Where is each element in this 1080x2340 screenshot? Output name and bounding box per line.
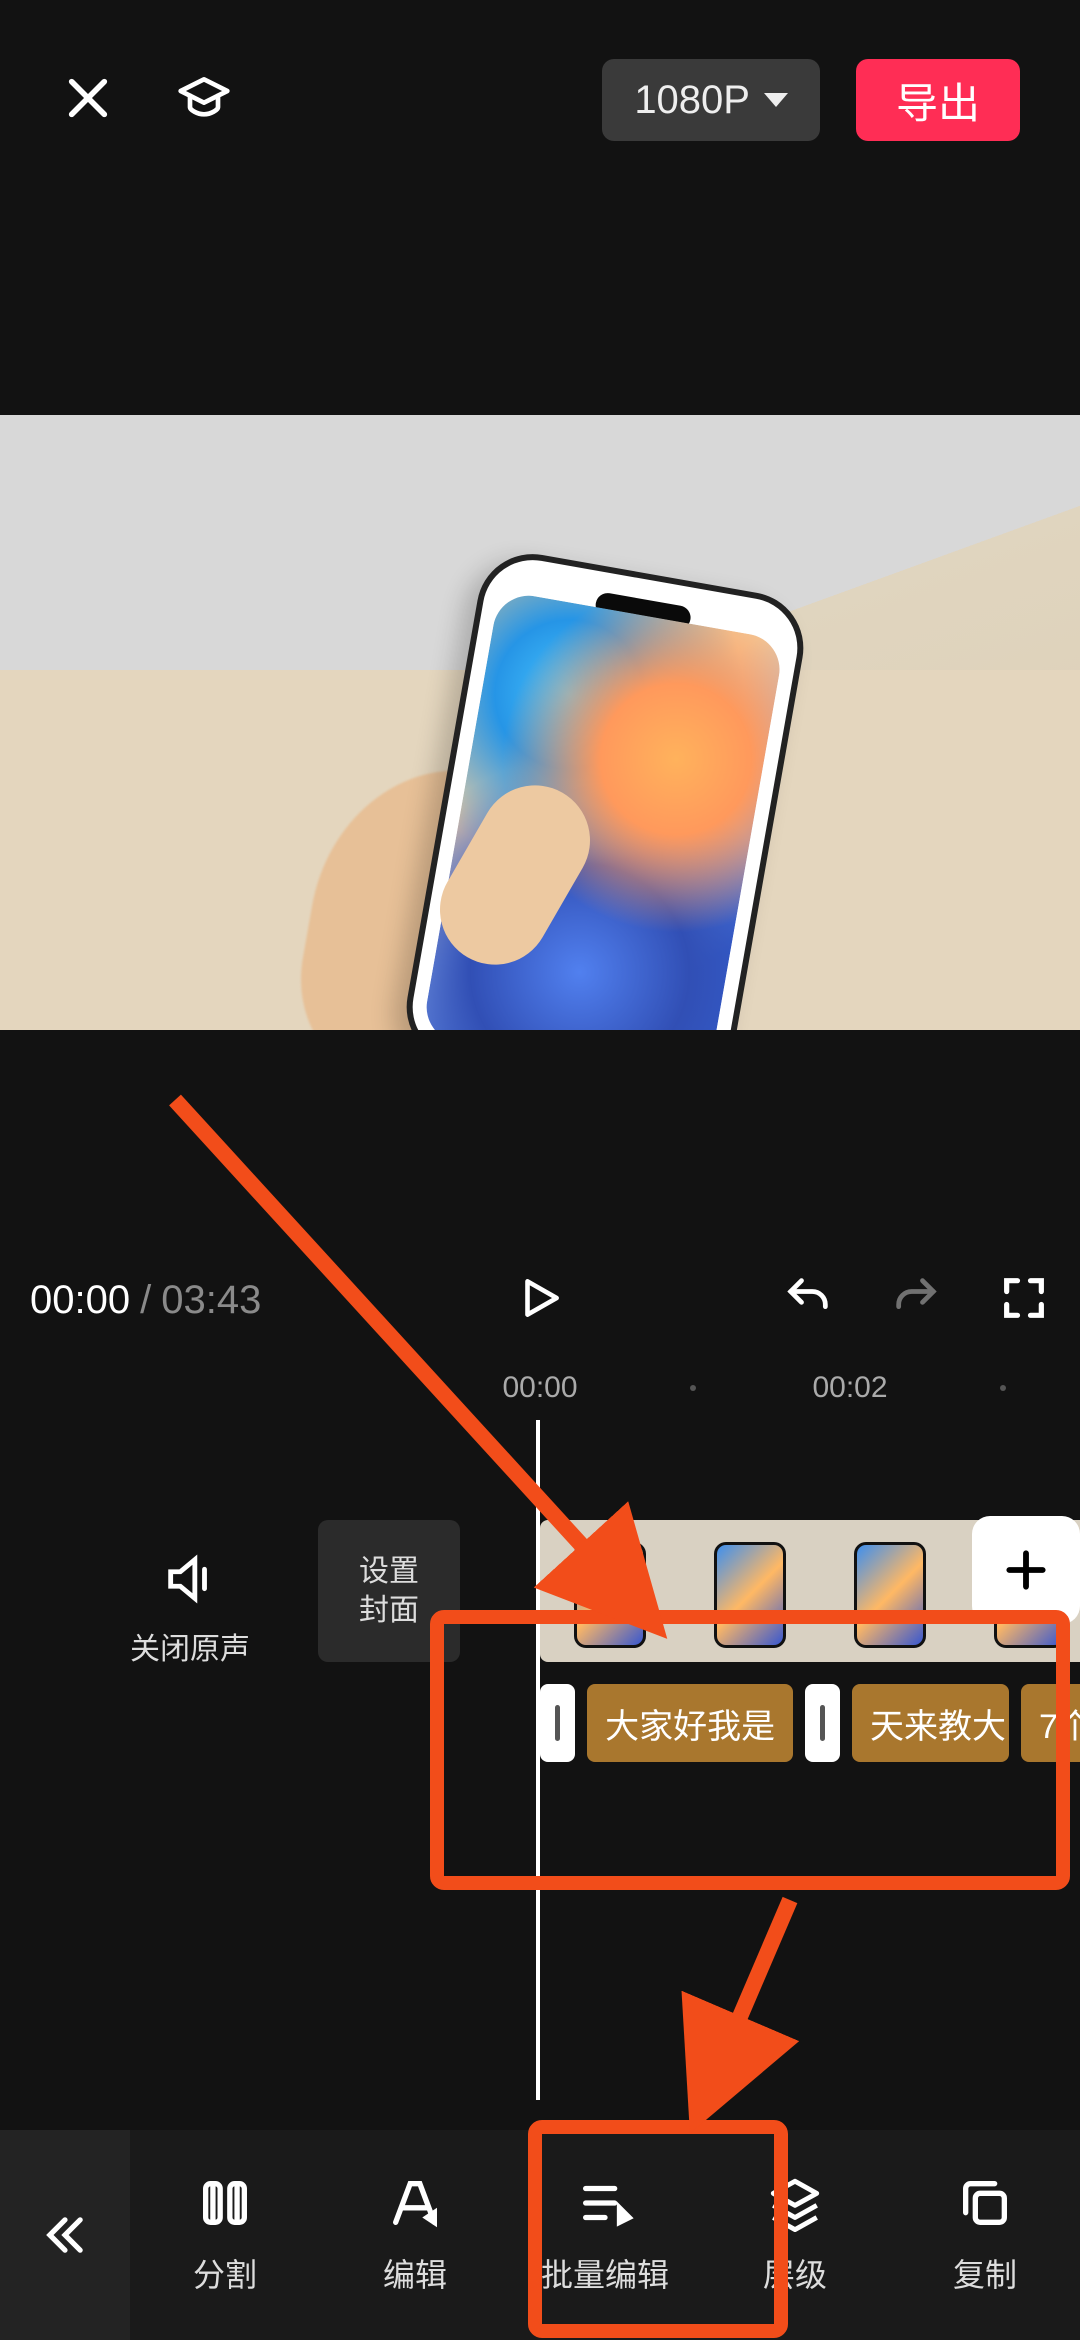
- resolution-label: 1080P: [634, 78, 750, 123]
- clip-handle-left[interactable]: [540, 1684, 575, 1762]
- tool-copy[interactable]: 复制: [900, 2174, 1070, 2296]
- export-button[interactable]: 导出: [856, 59, 1020, 141]
- resolution-select[interactable]: 1080P: [602, 59, 820, 141]
- ruler-tick: 00:00: [502, 1371, 577, 1405]
- clip-thumbnail[interactable]: [820, 1520, 960, 1662]
- tool-layers[interactable]: 层级: [710, 2174, 880, 2296]
- caption-clip[interactable]: 大家好我是: [587, 1684, 793, 1762]
- caption-track[interactable]: 大家好我是 天来教大 7个: [540, 1684, 1080, 1762]
- chevron-double-left-icon: [39, 2209, 91, 2261]
- tool-batch-edit[interactable]: 批量编辑: [520, 2174, 690, 2296]
- fullscreen-icon[interactable]: [998, 1272, 1050, 1329]
- redo-icon: [890, 1272, 942, 1329]
- time-duration: 03:43: [161, 1278, 261, 1323]
- chevron-down-icon: [764, 93, 788, 107]
- mute-original-audio[interactable]: 关闭原声: [130, 1550, 250, 1668]
- tool-split[interactable]: 分割: [140, 2174, 310, 2296]
- add-clip-button[interactable]: [972, 1516, 1080, 1624]
- time-display: 00:00 / 03:43: [30, 1278, 261, 1323]
- play-button[interactable]: [515, 1273, 565, 1328]
- undo-icon[interactable]: [782, 1272, 834, 1329]
- playback-bar: 00:00 / 03:43: [0, 1240, 1080, 1360]
- layers-icon: [766, 2174, 824, 2232]
- clip-handle-right[interactable]: [805, 1684, 840, 1762]
- batch-edit-icon: [576, 2174, 634, 2232]
- tutorial-icon[interactable]: [176, 70, 232, 131]
- app-header: 1080P 导出: [0, 0, 1080, 200]
- playhead[interactable]: [536, 1420, 540, 2100]
- tool-edit[interactable]: 编辑: [330, 2174, 500, 2296]
- ruler-tick: 00:02: [812, 1371, 887, 1405]
- caption-clip[interactable]: 7个: [1021, 1684, 1080, 1762]
- copy-icon: [956, 2174, 1014, 2232]
- caption-clip[interactable]: 天来教大: [852, 1684, 1009, 1762]
- clip-thumbnail[interactable]: [680, 1520, 820, 1662]
- plus-icon: [1001, 1545, 1051, 1595]
- text-icon: [386, 2174, 444, 2232]
- video-preview[interactable]: [0, 415, 1080, 1030]
- split-icon: [196, 2174, 254, 2232]
- toolbar-back-button[interactable]: [0, 2130, 130, 2340]
- time-ruler[interactable]: 00:00 00:02: [0, 1360, 1080, 1416]
- clip-thumbnail[interactable]: [540, 1520, 680, 1662]
- set-cover-button[interactable]: 设置 封面: [318, 1520, 460, 1662]
- close-icon[interactable]: [60, 70, 116, 131]
- speaker-icon: [161, 1550, 219, 1608]
- bottom-toolbar: 分割 编辑 批量编辑 层级 复制: [0, 2130, 1080, 2340]
- timeline[interactable]: 关闭原声 设置 封面 大家好我是 天来教大 7个: [0, 1420, 1080, 2110]
- time-position: 00:00: [30, 1278, 130, 1323]
